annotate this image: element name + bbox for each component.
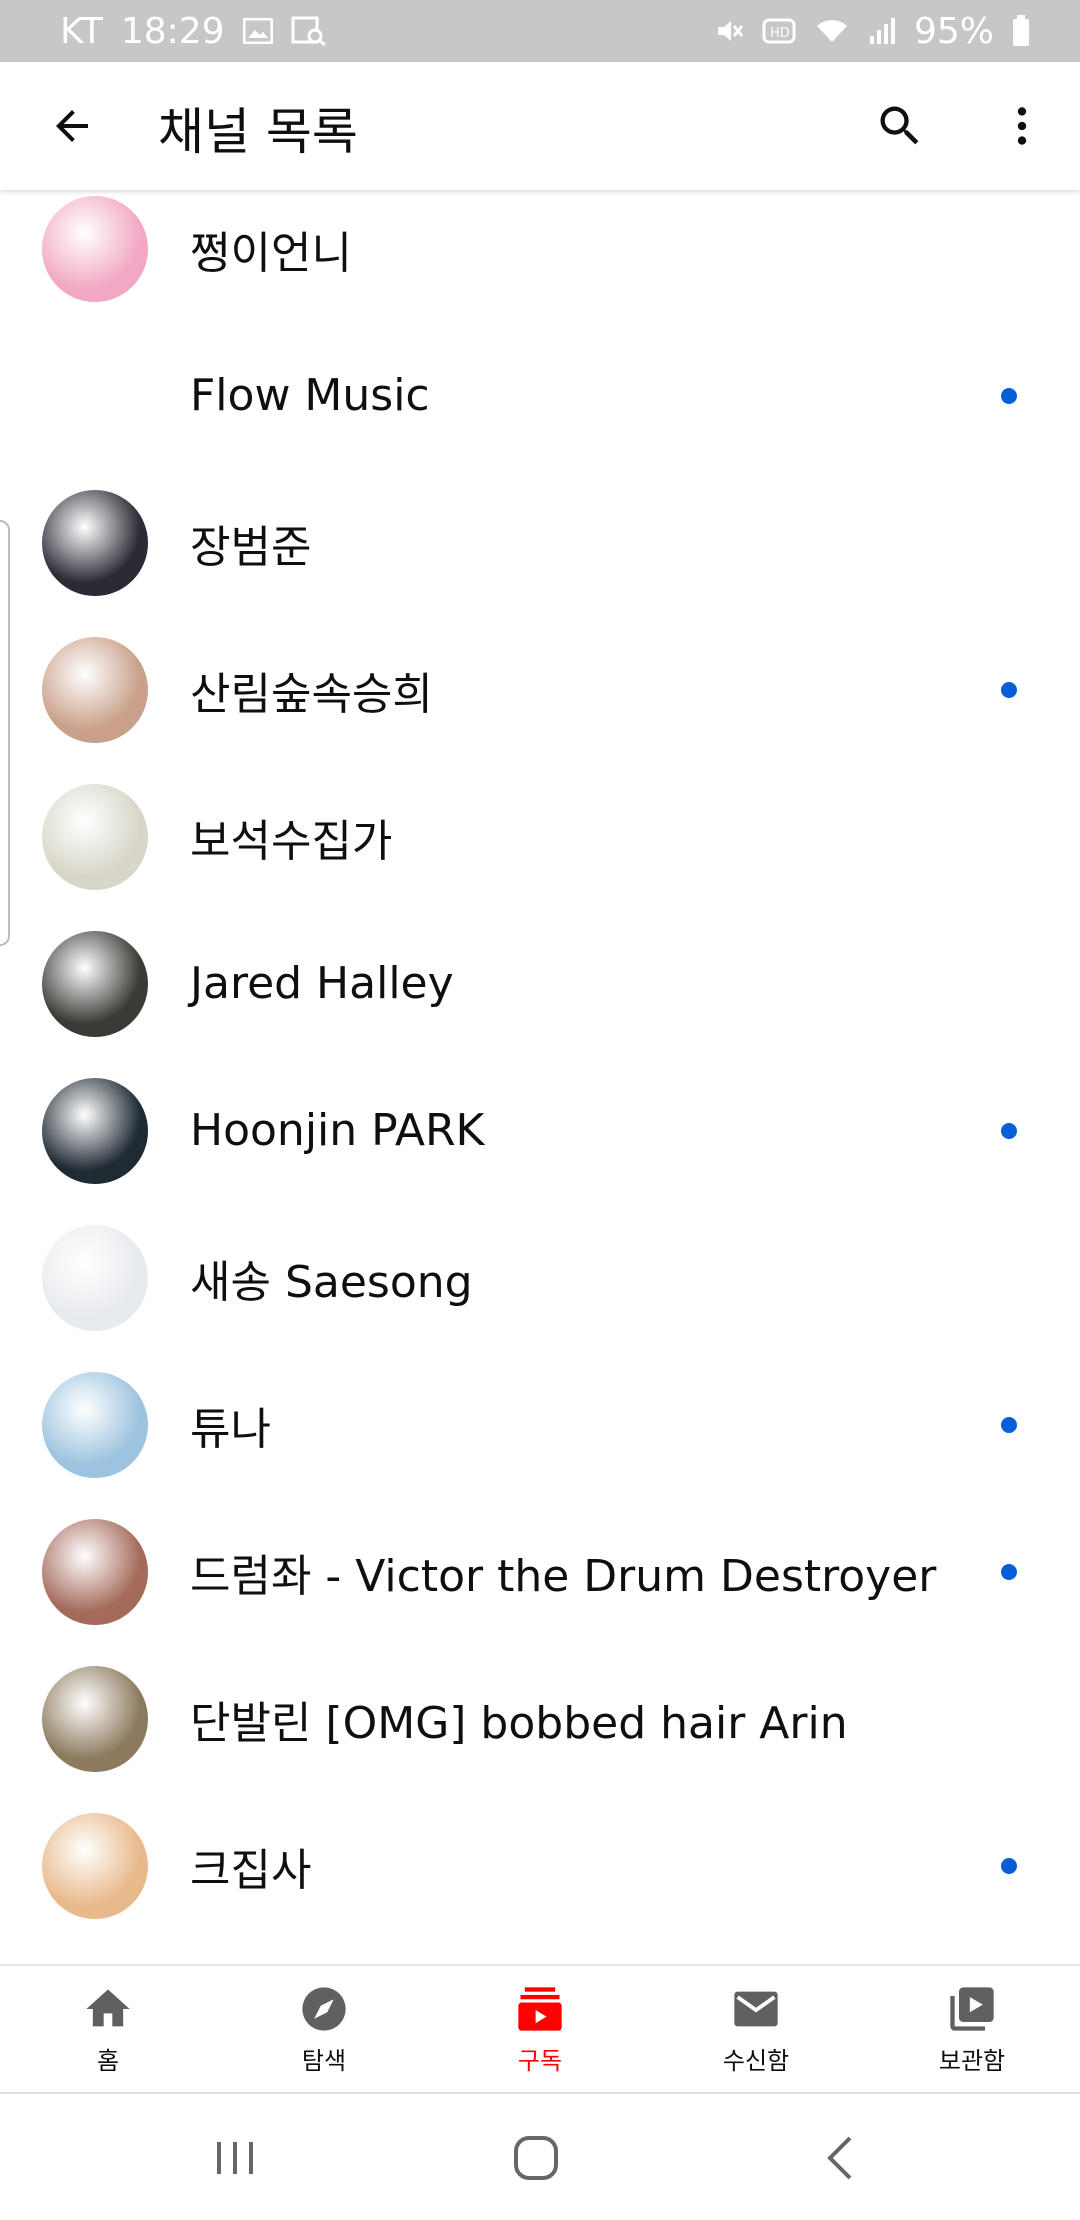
bottom-nav: 홈 탐색 구독 수신함 보관함 — [0, 1964, 1080, 2092]
channel-name: 보석수집가 — [190, 815, 393, 867]
image-icon — [242, 18, 273, 44]
back-button[interactable] — [46, 100, 98, 152]
channel-row[interactable]: 쩡이언니 — [0, 190, 1080, 322]
channel-avatar — [42, 783, 148, 890]
channel-row[interactable]: 새송 Saesong — [0, 1204, 1080, 1351]
recents-button[interactable] — [205, 2128, 265, 2188]
channel-name: Jared Halley — [190, 958, 454, 1009]
new-content-dot — [1001, 681, 1017, 698]
channel-name: Hoonjin PARK — [190, 1105, 485, 1156]
recents-icon — [217, 2142, 253, 2174]
channel-row[interactable]: 산림숲속승희 — [0, 616, 1080, 763]
nav-inbox-label: 수신함 — [722, 2046, 790, 2075]
more-options-button[interactable] — [994, 98, 1050, 154]
battery-percent: 95% — [913, 10, 994, 52]
channel-row[interactable]: 장범준 — [0, 469, 1080, 616]
new-content-dot — [1001, 1122, 1017, 1139]
new-content-dot — [1001, 1563, 1017, 1580]
channel-list: 쩡이언니 Flow Music 장범준산림숲속승희보석수집가 Jared Halley… — [0, 190, 1080, 1964]
channel-row[interactable]: 보석수집가 — [0, 763, 1080, 910]
mute-icon — [714, 16, 744, 46]
channel-name: 장범준 — [190, 521, 312, 573]
hd-icon: HD — [762, 17, 796, 45]
channel-avatar — [42, 1518, 148, 1625]
channel-name: 크집사 — [190, 1844, 312, 1896]
channel-avatar — [42, 489, 148, 596]
library-icon — [950, 1986, 994, 2031]
channel-avatar — [42, 930, 148, 1037]
back-system-button[interactable] — [810, 2128, 870, 2188]
inbox-icon — [734, 1991, 778, 2026]
channel-name: 드럼좌 - Victor the Drum Destroyer — [190, 1550, 937, 1602]
app-bar: 채널 목록 — [0, 62, 1080, 190]
channel-avatar — [42, 195, 148, 302]
channel-name: 튜나 — [190, 1403, 271, 1455]
status-right: HD 95% — [714, 11, 1030, 52]
channel-name: 새송 Saesong — [190, 1256, 473, 1308]
new-content-dot — [1001, 1857, 1017, 1874]
more-vert-icon — [1017, 107, 1027, 145]
search-icon — [880, 106, 919, 145]
channel-avatar — [42, 1224, 148, 1331]
channel-row[interactable]: 단발린 [OMG] bobbed hair Arin — [0, 1645, 1080, 1792]
nav-library-label: 보관함 — [938, 2046, 1006, 2075]
new-content-dot — [1001, 1416, 1017, 1433]
home-button-icon — [514, 2136, 558, 2180]
channel-name: 단발린 [OMG] bobbed hair Arin — [190, 1697, 848, 1749]
battery-icon — [1012, 15, 1030, 47]
nav-subscriptions-label: 구독 — [517, 2046, 563, 2075]
page-title: 채널 목록 — [158, 103, 358, 161]
channel-name: 쩡이언니 — [190, 227, 352, 279]
subscriptions-icon — [518, 1986, 562, 2031]
channel-avatar — [42, 342, 148, 449]
home-icon — [86, 1989, 130, 2026]
analytics-icon — [291, 16, 327, 46]
nav-home-label: 홈 — [96, 2046, 120, 2075]
channel-name: Flow Music — [190, 370, 430, 421]
channel-row[interactable]: 튜나 — [0, 1351, 1080, 1498]
signal-icon — [868, 16, 896, 46]
nav-inbox[interactable]: 수신함 — [648, 1966, 864, 2092]
clock: 18:29 — [120, 10, 225, 52]
status-bar: KT 18:29 HD 95% — [0, 0, 1080, 62]
channel-row[interactable]: 크집사 — [0, 1792, 1080, 1939]
channel-row[interactable]: Hoonjin PARK — [0, 1057, 1080, 1204]
nav-explore[interactable]: 탐색 — [216, 1966, 432, 2092]
nav-home[interactable]: 홈 — [0, 1966, 216, 2092]
search-button[interactable] — [872, 98, 928, 154]
nav-explore-label: 탐색 — [301, 2046, 347, 2075]
channel-avatar — [42, 1077, 148, 1184]
nav-subscriptions[interactable]: 구독 — [432, 1966, 648, 2092]
channel-row[interactable]: 드럼좌 - Victor the Drum Destroyer — [0, 1498, 1080, 1645]
wifi-icon — [814, 16, 850, 46]
channel-avatar — [42, 1371, 148, 1478]
system-nav-bar — [0, 2092, 1080, 2220]
carrier-label: KT — [60, 10, 103, 52]
svg-text:HD: HD — [770, 26, 790, 41]
back-chevron-icon — [827, 2136, 852, 2180]
channel-avatar — [42, 1812, 148, 1919]
channel-name: 산림숲속승희 — [190, 668, 433, 720]
nav-library[interactable]: 보관함 — [864, 1966, 1080, 2092]
channel-avatar — [42, 1665, 148, 1772]
channel-avatar — [42, 636, 148, 743]
arrow-back-icon — [56, 110, 88, 142]
channel-row[interactable]: Jared Halley — [0, 910, 1080, 1057]
status-left: KT 18:29 — [60, 11, 327, 52]
home-system-button[interactable] — [506, 2128, 566, 2188]
new-content-dot — [1001, 387, 1017, 404]
explore-icon — [302, 1986, 346, 2031]
channel-row[interactable]: Flow Music — [0, 322, 1080, 469]
